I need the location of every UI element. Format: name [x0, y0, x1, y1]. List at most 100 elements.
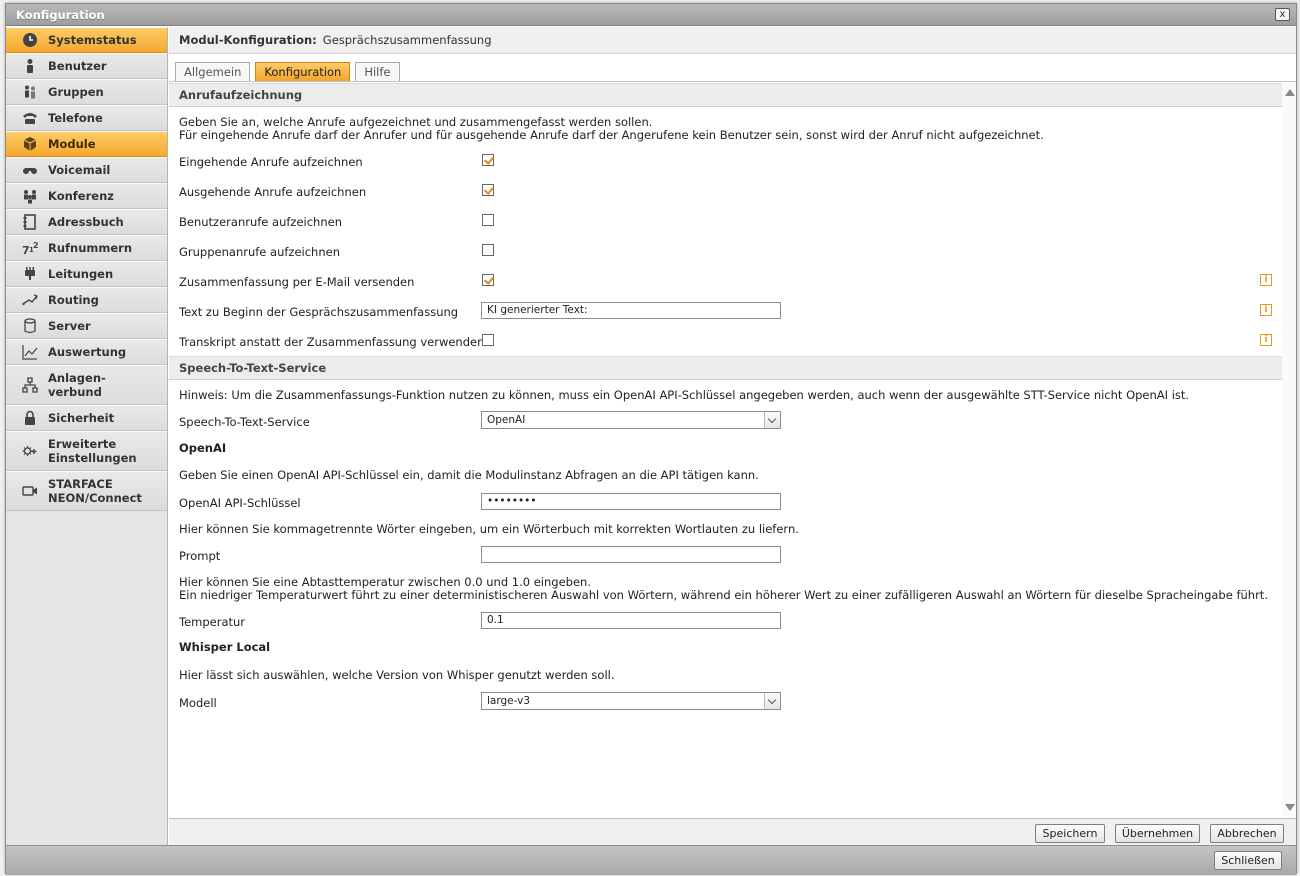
user-calls-checkbox[interactable]: [482, 214, 494, 226]
text-start-input[interactable]: KI generierter Text:: [481, 302, 781, 319]
sidebar-item-label: Adressbuch: [48, 215, 124, 229]
prompt-label: Prompt: [179, 549, 221, 563]
voicemail-icon: [20, 162, 40, 178]
bottom-bar: Schließen: [6, 845, 1296, 875]
incoming-checkbox[interactable]: [482, 154, 494, 166]
sidebar-item-sicherheit[interactable]: Sicherheit: [6, 405, 167, 431]
section-header-recording: Anrufaufzeichnung: [169, 83, 1282, 107]
close-icon[interactable]: x: [1275, 8, 1290, 21]
sidebar-item-module[interactable]: Module: [6, 131, 167, 157]
sidebar-item-gruppen[interactable]: Gruppen: [6, 79, 167, 105]
sidebar-item-label: Sicherheit: [48, 411, 115, 425]
sidebar: Systemstatus Benutzer Gruppen Telefone M…: [6, 27, 168, 845]
sidebar-item-label: Leitungen: [48, 267, 114, 281]
sidebar-item-label: Voicemail: [48, 163, 111, 177]
sidebar-item-label: Auswertung: [48, 345, 127, 359]
save-button[interactable]: Speichern: [1035, 824, 1105, 843]
temperature-input[interactable]: 0.1: [481, 612, 781, 629]
info-icon[interactable]: i: [1260, 304, 1272, 316]
model-select[interactable]: large-v3: [481, 692, 781, 710]
user-calls-label: Benutzeranrufe aufzeichnen: [179, 215, 342, 229]
svg-text:2: 2: [33, 241, 38, 250]
tab-bar: Allgemein Konfiguration Hilfe: [169, 55, 1296, 82]
outgoing-checkbox[interactable]: [482, 184, 494, 196]
sidebar-item-systemstatus[interactable]: Systemstatus: [6, 27, 167, 53]
sidebar-item-anlagenverbund[interactable]: Anlagen-verbund: [6, 365, 167, 405]
close-button[interactable]: Schließen: [1214, 851, 1282, 870]
sidebar-item-label: Erweiterte Einstellungen: [48, 437, 137, 465]
sidebar-item-telefone[interactable]: Telefone: [6, 105, 167, 131]
tab-allgemein[interactable]: Allgemein: [175, 62, 251, 81]
content-area: Anrufaufzeichnung Geben Sie an, welche A…: [169, 83, 1282, 817]
sidebar-item-label: Rufnummern: [48, 241, 133, 255]
model-value: large-v3: [487, 695, 531, 707]
chart-icon: [20, 344, 40, 360]
tab-konfiguration[interactable]: Konfiguration: [255, 62, 351, 81]
cancel-button[interactable]: Abbrechen: [1210, 824, 1284, 843]
module-header-label: Modul-Konfiguration:: [179, 33, 317, 47]
label-line2: Einstellungen: [48, 451, 137, 465]
sidebar-item-benutzer[interactable]: Benutzer: [6, 53, 167, 79]
info-icon[interactable]: i: [1260, 274, 1272, 286]
whisper-title: Whisper Local: [179, 640, 271, 654]
sidebar-item-server[interactable]: Server: [6, 313, 167, 339]
whisper-description: Hier lässt sich auswählen, welche Versio…: [179, 668, 615, 682]
tab-hilfe[interactable]: Hilfe: [355, 62, 400, 81]
temperature-label: Temperatur: [179, 615, 246, 629]
network-icon: [20, 377, 40, 393]
apply-button[interactable]: Übernehmen: [1115, 824, 1200, 843]
database-icon: [20, 318, 40, 334]
stt-hint: Hinweis: Um die Zusammenfassungs-Funktio…: [179, 388, 1190, 402]
group-icon: [20, 84, 40, 100]
chevron-down-icon[interactable]: [764, 412, 780, 428]
stt-service-value: OpenAI: [487, 414, 526, 426]
sidebar-item-routing[interactable]: Routing: [6, 287, 167, 313]
routing-icon: [20, 292, 40, 308]
lock-icon: [20, 410, 40, 426]
sidebar-item-leitungen[interactable]: Leitungen: [6, 261, 167, 287]
video-camera-icon: [20, 483, 40, 499]
text-start-label: Text zu Beginn der Gesprächszusammenfass…: [179, 305, 459, 319]
sidebar-item-label: Server: [48, 319, 91, 333]
sidebar-item-erweiterte-einstellungen[interactable]: Erweiterte Einstellungen: [6, 431, 167, 471]
prompt-input[interactable]: [481, 546, 781, 563]
sidebar-item-label: Module: [48, 137, 96, 151]
action-footer: Speichern Übernehmen Abbrechen: [169, 818, 1296, 845]
transcript-checkbox[interactable]: [482, 334, 494, 346]
stt-service-label: Speech-To-Text-Service: [179, 415, 310, 429]
plug-icon: [20, 266, 40, 282]
api-key-label: OpenAI API-Schlüssel: [179, 496, 301, 510]
sidebar-item-voicemail[interactable]: Voicemail: [6, 157, 167, 183]
module-header: Modul-Konfiguration: Gesprächszusammenfa…: [169, 27, 1296, 54]
group-calls-checkbox[interactable]: [482, 244, 494, 256]
scroll-down-icon[interactable]: [1285, 804, 1295, 811]
phone-icon: [20, 110, 40, 126]
outgoing-label: Ausgehende Anrufe aufzeichnen: [179, 185, 367, 199]
user-icon: [20, 58, 40, 74]
info-icon[interactable]: i: [1260, 334, 1272, 346]
window-title: Konfiguration: [16, 8, 105, 22]
cube-icon: [20, 136, 40, 152]
config-window: Konfiguration x Systemstatus Benutzer Gr…: [5, 3, 1297, 875]
openai-description: Geben Sie einen OpenAI API-Schlüssel ein…: [179, 468, 759, 482]
chevron-down-icon[interactable]: [764, 693, 780, 709]
main-panel: Modul-Konfiguration: Gesprächszusammenfa…: [169, 27, 1296, 845]
email-checkbox[interactable]: [482, 274, 494, 286]
transcript-label: Transkript anstatt der Zusammenfassung v…: [179, 335, 485, 349]
sidebar-item-label: Telefone: [48, 111, 103, 125]
sidebar-item-auswertung[interactable]: Auswertung: [6, 339, 167, 365]
openai-title: OpenAI: [179, 441, 227, 455]
scroll-up-icon[interactable]: [1285, 89, 1295, 96]
email-label: Zusammenfassung per E-Mail versenden: [179, 275, 415, 289]
sidebar-item-label: Benutzer: [48, 59, 107, 73]
sidebar-item-adressbuch[interactable]: Adressbuch: [6, 209, 167, 235]
sidebar-item-rufnummern[interactable]: 712 Rufnummern: [6, 235, 167, 261]
sidebar-item-starface-neon[interactable]: STARFACE NEON/Connect: [6, 471, 167, 511]
vertical-scrollbar[interactable]: [1282, 83, 1296, 817]
section-header-stt: Speech-To-Text-Service: [169, 356, 1282, 380]
conference-icon: [20, 188, 40, 204]
numbers-icon: 712: [20, 240, 40, 256]
stt-service-select[interactable]: OpenAI: [481, 411, 781, 429]
sidebar-item-konferenz[interactable]: Konferenz: [6, 183, 167, 209]
api-key-input[interactable]: ••••••••: [481, 493, 781, 510]
